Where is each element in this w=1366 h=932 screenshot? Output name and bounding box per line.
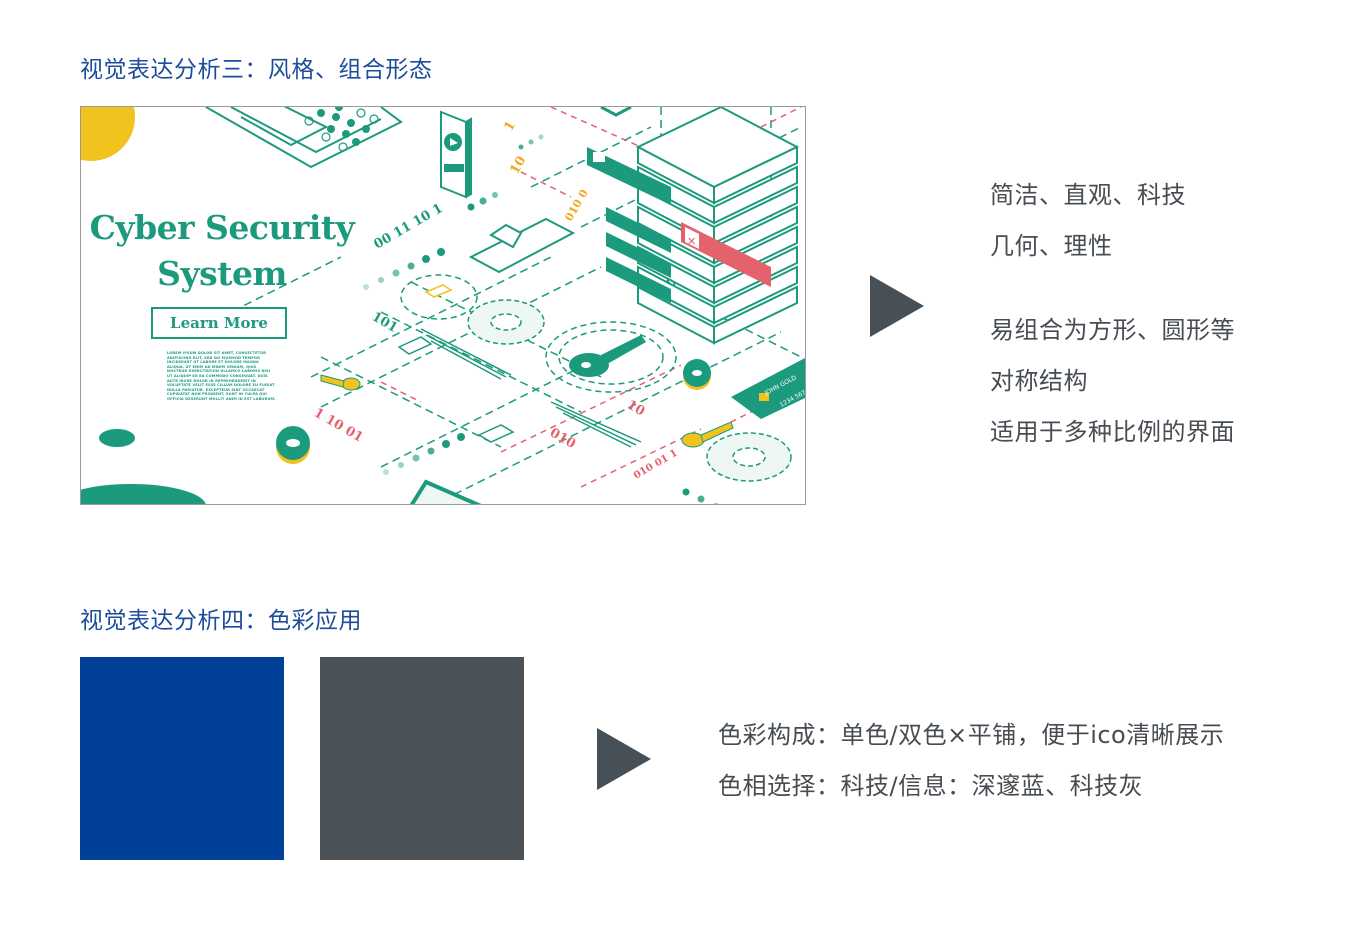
- binary-label: 101: [369, 309, 400, 336]
- gear-icon: [683, 359, 711, 390]
- heading-line-1: Cyber Security: [89, 208, 355, 247]
- binary-label: 010: [547, 425, 578, 452]
- description-line: 色相选择：科技/信息：深邃蓝、科技灰: [718, 772, 1144, 800]
- description-line: 对称结构: [990, 367, 1088, 395]
- binary-label: 10: [507, 154, 529, 177]
- color-swatch-deep-blue: [80, 657, 284, 860]
- green-blob-decoration: [81, 484, 206, 504]
- style-description-group-2: 易组合为方形、圆形等 对称结构 适用于多种比例的界面: [990, 305, 1235, 458]
- key-icon: [569, 335, 646, 377]
- envelope-icon: [397, 336, 515, 443]
- binary-label: 010 0: [562, 187, 591, 224]
- play-arrow-icon: [597, 728, 651, 790]
- cyber-security-illustration: 1 10 010 0 00 11 10 1 1110 101 10 010 1 …: [80, 106, 806, 505]
- heading-line-2: System: [157, 254, 287, 293]
- illustration-body-text: LOREM IPSUM DOLOR SIT AMET, CONSECTETUR …: [167, 351, 276, 401]
- sound-wave: [420, 328, 642, 448]
- description-line: 简洁、直观、科技: [990, 181, 1186, 209]
- description-line: 色彩构成：单色/双色×平铺，便于ico清晰展示: [718, 721, 1225, 749]
- description-line: 几何、理性: [990, 232, 1113, 260]
- description-line: 适用于多种比例的界面: [990, 418, 1235, 446]
- isometric-tech-artwork: 1 10 010 0 00 11 10 1 1110 101 10 010 1 …: [81, 107, 805, 504]
- green-dot-decoration: [99, 429, 135, 447]
- color-description: 色彩构成：单色/双色×平铺，便于ico清晰展示 色相选择：科技/信息：深邃蓝、科…: [718, 710, 1224, 812]
- server-rack-icon: [635, 107, 800, 345]
- play-arrow-icon: [870, 275, 924, 337]
- yellow-circle-decoration: [81, 107, 135, 161]
- shield-device-icon: [468, 217, 576, 274]
- binary-label: 1: [501, 119, 519, 134]
- illustration-heading: Cyber Security System: [87, 205, 357, 297]
- description-line: 易组合为方形、圆形等: [990, 316, 1235, 344]
- top-device-edge: [600, 107, 632, 117]
- section4-title: 视觉表达分析四：色彩应用: [80, 608, 362, 634]
- binary-label: 010 01 1: [632, 448, 680, 482]
- binary-label: 1 10 01: [311, 405, 366, 445]
- style-description-group-1: 简洁、直观、科技 几何、理性: [990, 170, 1186, 272]
- laptop-icon: [205, 107, 403, 169]
- credit-card-icon: JOHN GOLD 1234 5678: [731, 358, 805, 419]
- binary-label: 00 11 10 1: [372, 201, 446, 252]
- color-swatch-tech-gray: [320, 657, 524, 860]
- learn-more-button[interactable]: Learn More: [151, 307, 287, 339]
- svg-text:✕: ✕: [687, 235, 696, 248]
- yellow-envelope-icon: [424, 284, 453, 298]
- section3-title: 视觉表达分析三：风格、组合形态: [80, 57, 433, 83]
- phone-play-icon: [440, 110, 472, 199]
- gear-icon: [276, 426, 310, 464]
- bottom-device-edge: [409, 479, 482, 504]
